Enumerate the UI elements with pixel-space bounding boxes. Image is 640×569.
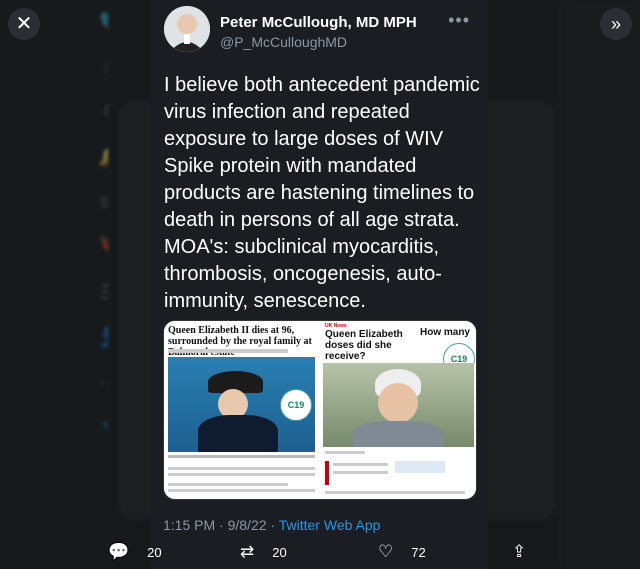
share-icon: ⇪	[512, 542, 527, 561]
right-article-title: Queen Elizabeth doses did she receive?	[325, 329, 403, 362]
left-text-line	[168, 467, 315, 470]
queen-photo-right	[323, 363, 474, 447]
close-icon: ✕	[15, 13, 33, 35]
right-text-line	[325, 451, 365, 454]
coat-shape	[198, 415, 278, 452]
avatar[interactable]	[164, 6, 210, 52]
reply-button[interactable]: 💬 20	[108, 542, 162, 562]
share-button[interactable]: ⇪	[512, 542, 526, 562]
face-shape	[378, 383, 418, 423]
retweet-icon: ⇄	[240, 542, 255, 561]
author-handle[interactable]: @P_McCulloughMD	[220, 34, 347, 50]
right-text-line	[333, 471, 388, 474]
tweet-source-app[interactable]: Twitter Web App	[279, 517, 381, 533]
like-count: 72	[411, 545, 426, 560]
tweet-time[interactable]: 1:15 PM	[163, 517, 215, 533]
right-text-line	[325, 491, 465, 494]
coat-shape	[353, 421, 443, 447]
tweet-header: Peter McCullough, MD MPH @P_McCulloughMD…	[164, 6, 484, 56]
like-button[interactable]: ♡ 72	[378, 542, 426, 562]
expand-icon: »	[610, 14, 621, 34]
left-article-title: Queen Elizabeth II dies at 96, surrounde…	[168, 325, 312, 358]
left-caption	[168, 455, 315, 458]
tweet-media[interactable]: Queen Elizabeth II dies at 96, surrounde…	[163, 320, 477, 500]
c19-badge-left: C19	[280, 389, 312, 421]
more-options-icon[interactable]: •••	[448, 10, 470, 31]
tweet-text: I believe both antecedent pandemic virus…	[164, 74, 480, 312]
red-marker	[325, 461, 329, 485]
reply-icon: 💬	[108, 542, 130, 561]
retweet-count: 20	[272, 545, 287, 560]
meta-separator: ·	[266, 517, 279, 533]
avatar-image	[164, 6, 210, 52]
left-byline	[168, 349, 288, 353]
media-image-left[interactable]: Queen Elizabeth II dies at 96, surrounde…	[164, 321, 319, 499]
media-image-right[interactable]: UK News Queen Elizabeth doses did she re…	[321, 321, 476, 499]
heart-icon: ♡	[378, 542, 394, 561]
meta-separator: ·	[215, 517, 228, 533]
right-text-line	[333, 463, 388, 466]
close-button[interactable]: ✕	[8, 8, 40, 40]
tweet-date[interactable]: 9/8/22	[228, 517, 267, 533]
left-text-line	[168, 473, 315, 476]
expand-button[interactable]: »	[600, 8, 632, 40]
related-box	[395, 461, 445, 473]
right-howmany: How many	[419, 327, 470, 338]
reply-count: 20	[147, 545, 162, 560]
queen-photo-left: C19	[168, 357, 315, 452]
tweet-meta: 1:15 PM · 9/8/22 · Twitter Web App	[163, 517, 380, 533]
retweet-button[interactable]: ⇄ 20	[240, 542, 287, 562]
left-text-line	[168, 489, 315, 492]
left-text-line	[168, 483, 288, 486]
tweet-actions: 💬 20 ⇄ 20 ♡ 72 ⇪	[0, 538, 640, 569]
author-name[interactable]: Peter McCullough, MD MPH	[220, 14, 417, 31]
